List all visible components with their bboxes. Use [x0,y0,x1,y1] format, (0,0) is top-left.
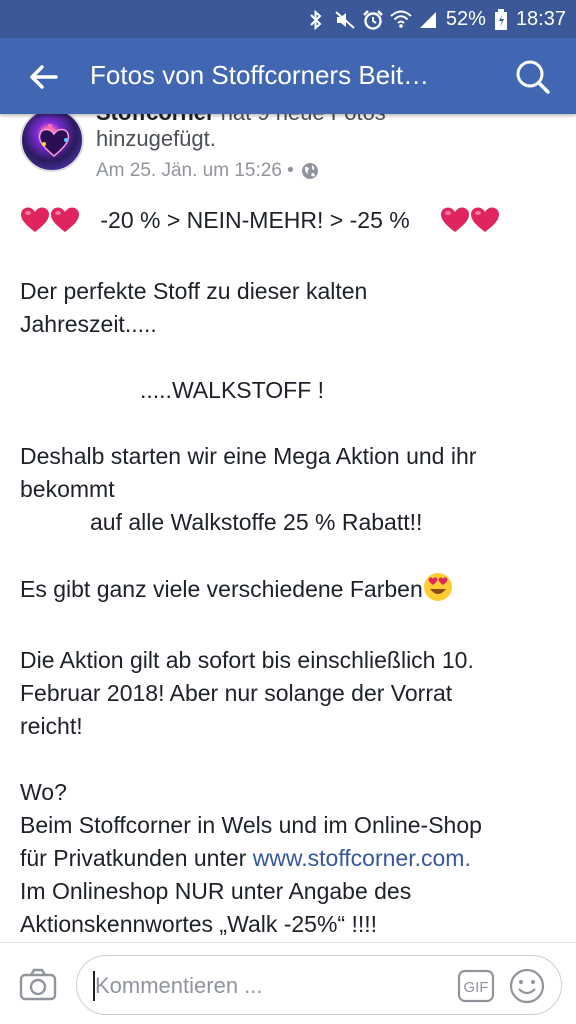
camera-icon [19,968,57,1001]
post-timestamp-row: Am 25. Jän. um 15:26 • [96,160,320,182]
heart-icon [440,207,470,242]
battery-percent: 52% [445,7,486,30]
text-line: Wo? [20,779,67,805]
heart-icon [50,207,80,242]
svg-text:GIF: GIF [464,979,489,996]
heart-eyes-emoji-icon [423,572,453,611]
farben-line: Es gibt ganz viele verschiedene Farben [20,572,560,611]
post-header: Stoffcorner hat 9 neue Fotos hinzugefügt… [0,100,576,194]
back-arrow-icon [30,65,58,89]
post-timestamp[interactable]: Am 25. Jän. um 15:26 • [96,160,294,182]
text-line: Die Aktion gilt ab sofort bis einschließ… [20,647,474,673]
globe-icon [301,163,318,179]
signal-icon [418,9,438,29]
gif-button[interactable]: GIF [457,968,497,1004]
search-button[interactable] [510,54,556,100]
text-line: Deshalb starten wir eine Mega Aktion und… [20,443,477,469]
smiley-icon [509,968,545,1004]
gif-icon: GIF [457,969,495,1003]
text-line: Im Onlineshop NUR unter Angabe des [20,878,412,904]
comment-bar: Kommentieren ... GIF [0,942,576,1024]
promo-line: -20 % > NEIN-MEHR! > -25 % [20,204,560,242]
text-line: Februar 2018! Aber nur solange der Vorra… [20,680,453,706]
comment-input[interactable]: Kommentieren ... GIF [76,955,562,1015]
heart-icon [20,207,50,242]
mute-icon [334,9,355,29]
text-line: Beim Stoffcorner in Wels und im Online-S… [20,812,482,838]
comment-placeholder: Kommentieren ... [95,973,263,998]
text-line: reicht! [20,713,83,739]
page-title: Fotos von Stoffcorners Beit… [90,60,430,90]
alarm-icon [362,9,383,30]
text-line: bekommt [20,476,115,502]
text-line: Aktionskennwortes „Walk -25%“ !!!! [20,911,378,937]
back-button[interactable] [20,54,66,100]
emoji-button[interactable] [507,966,547,1006]
text-line: auf alle Walkstoffe 25 % Rabatt!! [90,509,423,535]
status-bar: 52% 18:37 [0,0,576,38]
text-line: .....WALKSTOFF ! [140,377,325,403]
heart-icon [470,207,500,242]
heart-logo-icon [38,124,70,157]
promo-text: -20 % > NEIN-MEHR! > -25 % [100,207,410,233]
wifi-icon [390,9,412,29]
text-line: für Privatkunden unter [20,845,253,871]
shop-link[interactable]: www.stoffcorner.com. [253,845,471,871]
camera-button[interactable] [18,965,58,1005]
avatar[interactable] [20,108,84,172]
text-line: Jahreszeit..... [20,311,157,337]
bluetooth-icon [306,9,326,31]
text-line: Es gibt ganz viele verschiedene Farben [20,576,423,602]
post-body: -20 % > NEIN-MEHR! > -25 % Der perfekte … [20,204,560,941]
link-line: für Privatkunden unter www.stoffcorner.c… [20,842,560,875]
clock: 18:37 [515,7,566,30]
text-line: Der perfekte Stoff zu dieser kalten [20,278,368,304]
post-action-added: hinzugefügt. [96,126,216,151]
app-bar: Fotos von Stoffcorners Beit… [0,38,576,114]
battery-icon [494,9,508,30]
search-icon [516,60,550,94]
